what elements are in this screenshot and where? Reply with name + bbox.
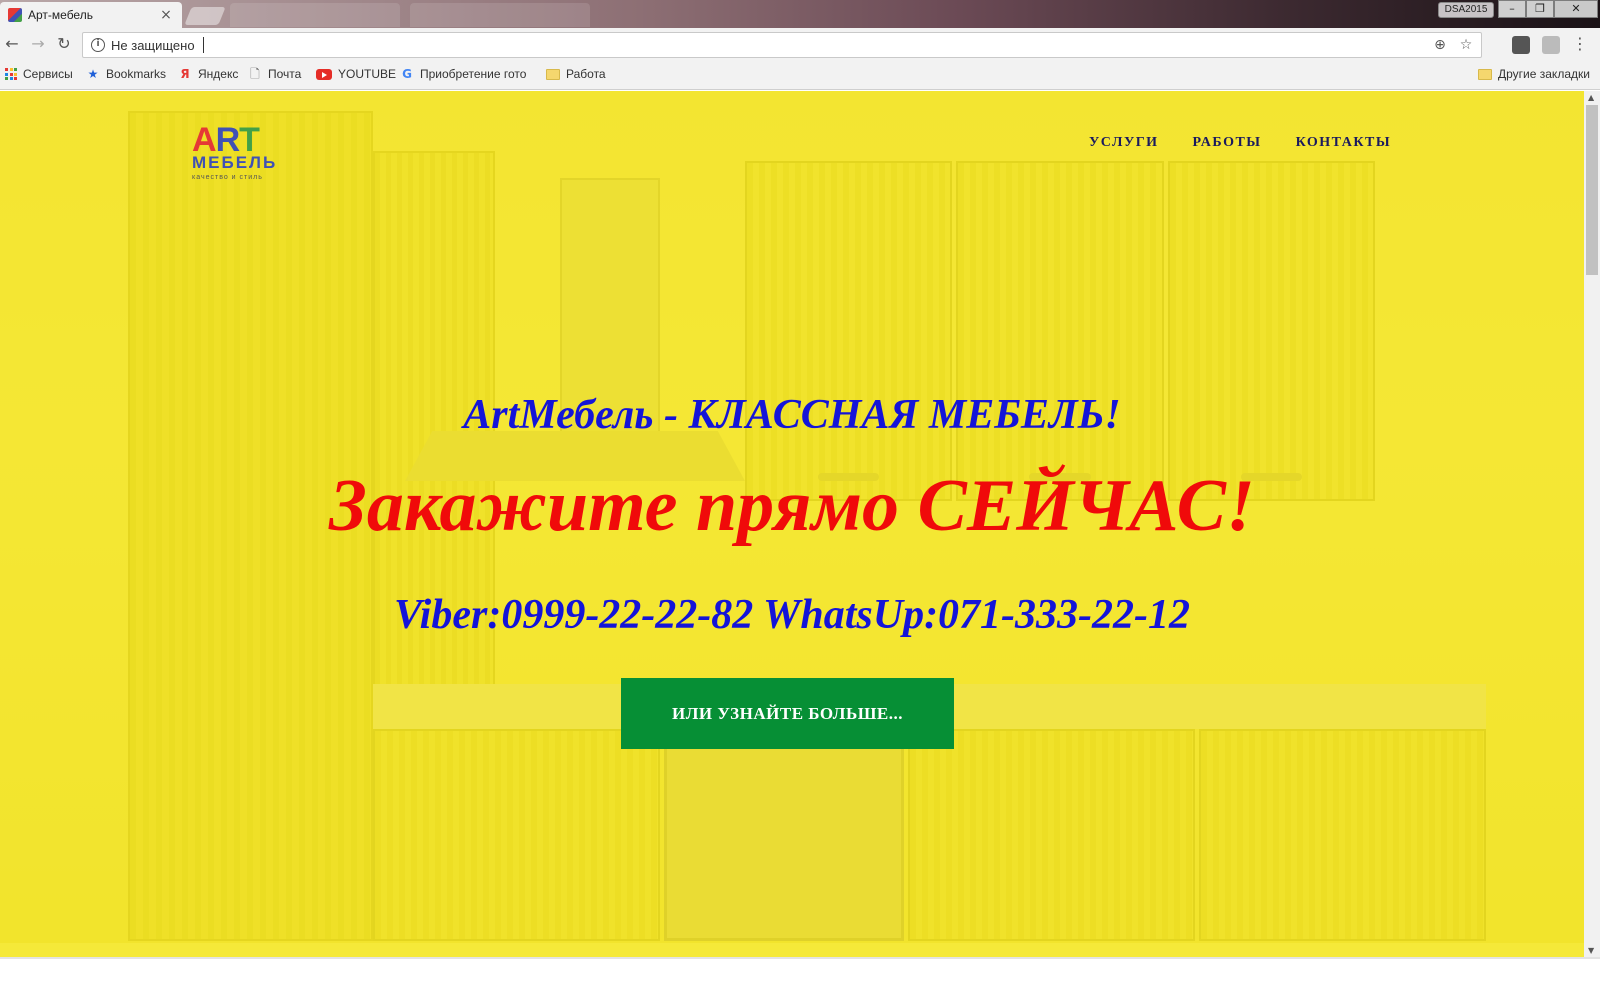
hero-phones: Viber:0999-22-22-82 WhatsUp:071-333-22-1…	[393, 592, 1191, 638]
nav-works[interactable]: РАБОТЫ	[1193, 135, 1262, 151]
yandex-icon: Я	[180, 67, 190, 81]
page-viewport: ART МЕБЕЛЬ качество и стиль УСЛУГИ РАБОТ…	[0, 91, 1584, 957]
tab-title: Арт-мебель	[28, 8, 93, 22]
apps-grid-icon	[5, 68, 17, 80]
bookmark-bookmarks[interactable]: ★ Bookmarks	[86, 67, 166, 81]
bookmark-label: Работа	[566, 67, 606, 81]
background-tab[interactable]	[230, 3, 400, 27]
bookmark-label: Приобретение гото	[420, 67, 527, 81]
bookmark-yandex[interactable]: Я Яндекс	[178, 67, 238, 81]
folder-icon	[546, 68, 560, 80]
viewport-bottom-edge	[0, 957, 1600, 959]
bookmark-star-icon[interactable]: ☆	[1457, 36, 1475, 54]
folder-icon	[1478, 68, 1492, 80]
scroll-up-icon[interactable]: ▲	[1588, 93, 1594, 102]
close-window-button[interactable]: ✕	[1554, 0, 1598, 18]
bookmark-mail[interactable]: 🗋 Почта	[248, 67, 301, 81]
bookmark-label: Сервисы	[23, 67, 73, 81]
minimize-button[interactable]: –	[1498, 0, 1526, 18]
bookmark-label: Bookmarks	[106, 67, 167, 81]
bookmark-label: Другие закладки	[1498, 67, 1590, 81]
tab-active[interactable]: Арт-мебель ×	[0, 2, 182, 28]
site-nav: УСЛУГИ РАБОТЫ КОНТАКТЫ	[1089, 135, 1391, 151]
bookmark-work[interactable]: Работа	[546, 67, 606, 81]
logo-tagline: качество и стиль	[192, 174, 263, 181]
scroll-down-icon[interactable]: ▼	[1588, 946, 1594, 955]
reload-button[interactable]: ↻	[52, 32, 76, 56]
security-status[interactable]: Не защищено	[111, 38, 195, 53]
back-button[interactable]: ←	[0, 32, 24, 56]
bookmark-purchase[interactable]: G Приобретение гото	[400, 67, 530, 81]
page-icon: 🗋	[250, 67, 260, 81]
logo-word: МЕБЕЛЬ	[192, 153, 278, 172]
tab-strip: Арт-мебель × DSA2015 – ❐ ✕	[0, 0, 1600, 28]
star-icon: ★	[87, 67, 99, 81]
address-bar[interactable]: i Не защищено ⊕ ☆	[82, 32, 1482, 58]
scrollbar-thumb[interactable]	[1586, 105, 1598, 275]
bookmark-other[interactable]: Другие закладки	[1478, 67, 1590, 81]
google-icon: G	[402, 67, 412, 81]
hero-tagline: ArtМебель - КЛАССНАЯ МЕБЕЛЬ!	[463, 392, 1121, 438]
new-tab-button[interactable]	[184, 7, 226, 25]
youtube-icon	[316, 68, 332, 80]
window-user-badge[interactable]: DSA2015	[1438, 2, 1494, 18]
tab-close-icon[interactable]: ×	[158, 7, 174, 23]
browser-toolbar: ← → ↻ i Не защищено ⊕ ☆ ⋮	[0, 28, 1600, 62]
nav-services[interactable]: УСЛУГИ	[1089, 135, 1159, 151]
bookmark-label: YOUTUBE	[338, 67, 397, 81]
site-logo[interactable]: ART МЕБЕЛЬ качество и стиль	[192, 121, 292, 183]
menu-icon[interactable]: ⋮	[1572, 34, 1588, 53]
extension-icon[interactable]	[1512, 36, 1530, 54]
info-icon[interactable]: i	[91, 38, 105, 52]
bookmark-label: Почта	[268, 67, 302, 81]
page-scrollbar[interactable]: ▲ ▼	[1584, 91, 1600, 957]
text-cursor	[202, 37, 204, 53]
bookmark-youtube[interactable]: YOUTUBE	[316, 67, 396, 81]
hero-order-heading: Закажите прямо СЕЙЧАС!	[329, 465, 1255, 547]
bookmarks-bar: Сервисы ★ Bookmarks Я Яндекс 🗋 Почта YOU…	[0, 62, 1600, 90]
restore-button[interactable]: ❐	[1526, 0, 1554, 18]
learn-more-button[interactable]: ИЛИ УЗНАЙТЕ БОЛЬШЕ...	[621, 678, 954, 749]
bookmark-services[interactable]: Сервисы	[5, 67, 73, 81]
background-tab[interactable]	[410, 3, 590, 27]
bookmark-label: Яндекс	[198, 67, 239, 81]
forward-button[interactable]: →	[26, 32, 50, 56]
zoom-icon[interactable]: ⊕	[1431, 36, 1449, 54]
nav-contacts[interactable]: КОНТАКТЫ	[1296, 135, 1392, 151]
cast-icon[interactable]	[1542, 36, 1560, 54]
art-favicon-icon	[8, 8, 22, 22]
